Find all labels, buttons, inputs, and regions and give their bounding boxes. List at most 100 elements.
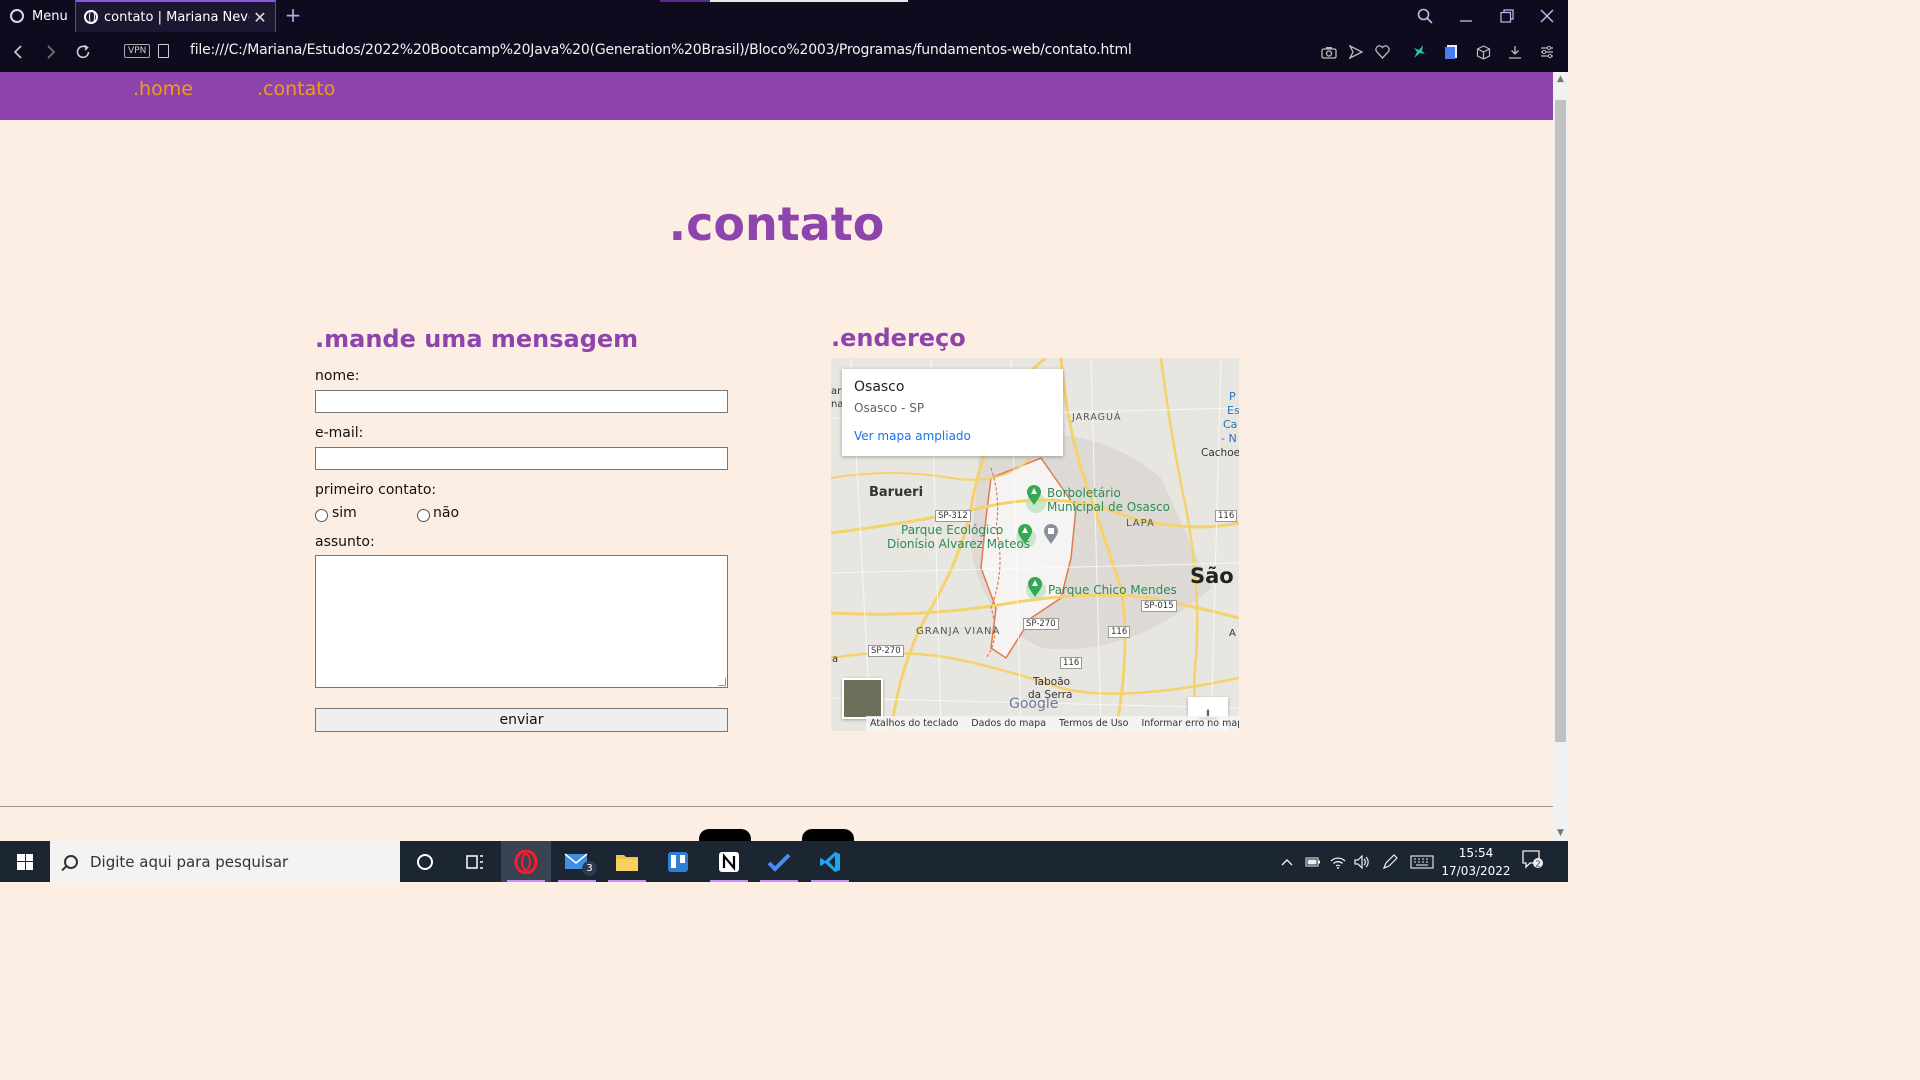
snapshot-camera-icon[interactable] [1319, 42, 1339, 62]
windows-taskbar: Digite aqui para pesquisar 3 15:54 17/03… [0, 841, 1568, 882]
map-label-edge-right-2: Es [1227, 404, 1239, 417]
docs-extension-icon[interactable] [1441, 42, 1461, 62]
map-footer-report[interactable]: Informar erro no mapa [1141, 718, 1239, 729]
search-tabs-icon[interactable] [1405, 0, 1445, 32]
taskbar-search[interactable]: Digite aqui para pesquisar [50, 841, 400, 882]
taskbar-search-placeholder: Digite aqui para pesquisar [90, 852, 289, 871]
browser-tab-bar: Menu contato | Mariana Neves ✕ + [0, 0, 1568, 32]
notification-center-icon[interactable]: 2 [1521, 849, 1547, 873]
nav-link-contato[interactable]: .contato [257, 78, 335, 100]
road-shield: SP-015 [1141, 600, 1177, 612]
radio-nao[interactable] [417, 509, 430, 522]
close-window-button[interactable] [1527, 0, 1567, 32]
taskbar-notion[interactable] [704, 841, 754, 882]
road-shield: SP-312 [935, 510, 971, 522]
battery-icon[interactable] [1302, 841, 1324, 882]
vscode-icon [820, 851, 840, 872]
taskbar-file-explorer[interactable] [602, 841, 652, 882]
bookmark-heart-icon[interactable] [1372, 42, 1392, 62]
map-label-borboletario-1: Borboletário [1047, 486, 1121, 500]
volume-icon[interactable] [1351, 841, 1373, 882]
notion-icon [719, 851, 739, 872]
email-input[interactable] [315, 447, 728, 470]
mail-badge: 3 [582, 861, 597, 876]
taskbar-mail[interactable]: 3 [552, 841, 602, 882]
easy-setup-icon[interactable] [1537, 42, 1557, 62]
social-icon[interactable] [699, 829, 751, 841]
reload-button[interactable] [71, 40, 95, 64]
map-card-link[interactable]: Ver mapa ampliado [854, 429, 1051, 443]
globe-icon [84, 10, 98, 24]
map-label-edge-right-5: A [1229, 628, 1236, 639]
satellite-toggle[interactable] [842, 678, 883, 719]
tab-scroll-indicator [660, 0, 908, 2]
resize-grip-icon[interactable] [718, 678, 726, 686]
park-pin-icon[interactable] [1027, 577, 1043, 597]
subject-textarea[interactable] [315, 555, 728, 688]
opera-menu-button[interactable]: Menu [0, 0, 74, 32]
name-label: nome: [315, 368, 360, 384]
taskbar-todo[interactable] [754, 841, 804, 882]
wifi-icon[interactable] [1327, 841, 1349, 882]
map-footer-shortcuts[interactable]: Atalhos do teclado [870, 718, 958, 729]
page-scrollbar[interactable]: ▲ ▼ [1553, 72, 1568, 841]
web-page: .home .contato .contato .mande uma mensa… [0, 72, 1553, 841]
radio-nao-label: não [433, 505, 460, 521]
map-footer-terms[interactable]: Termos de Uso [1059, 718, 1128, 729]
road-shield: 116 [1108, 626, 1131, 638]
minimize-button[interactable] [1446, 0, 1486, 32]
tray-expand-icon[interactable] [1277, 841, 1297, 882]
windows-logo-icon [17, 853, 33, 870]
checkmark-icon [767, 853, 791, 872]
pen-icon[interactable] [1379, 841, 1401, 882]
new-tab-button[interactable]: + [282, 4, 304, 26]
start-button[interactable] [0, 841, 50, 882]
radio-sim[interactable] [315, 509, 328, 522]
extensions-cube-icon[interactable] [1473, 42, 1493, 62]
road-shield: 116 [1060, 657, 1083, 669]
map-label-lapa: LAPA [1126, 518, 1155, 529]
scroll-thumb[interactable] [1555, 100, 1566, 742]
url-field[interactable]: file:///C:/Mariana/Estudos/2022%20Bootca… [190, 42, 1132, 58]
subject-label: assunto: [315, 534, 375, 550]
tab-close-icon[interactable]: ✕ [249, 6, 271, 28]
download-icon[interactable] [1505, 42, 1525, 62]
map-label-sao-paulo: São [1190, 564, 1234, 588]
cortana-button[interactable] [400, 841, 450, 882]
browser-tab-active[interactable]: contato | Mariana Neves ✕ [75, 0, 276, 32]
restore-button[interactable] [1487, 0, 1527, 32]
taskbar-opera[interactable] [501, 841, 551, 882]
map-footer-data[interactable]: Dados do mapa [971, 718, 1046, 729]
scroll-up-icon[interactable]: ▲ [1556, 75, 1565, 84]
trello-icon [668, 851, 688, 872]
park-pin-icon[interactable] [1017, 524, 1033, 544]
road-shield: 116 [1215, 510, 1238, 522]
map-label-parque-chico: Parque Chico Mendes [1048, 583, 1177, 597]
extension-icon[interactable] [1409, 42, 1429, 62]
first-contact-label: primeiro contato: [315, 482, 437, 498]
scroll-down-icon[interactable]: ▼ [1556, 829, 1565, 838]
flow-send-icon[interactable] [1346, 42, 1366, 62]
name-input[interactable] [315, 390, 728, 413]
embedded-map[interactable]: Barueri JARAGUÁ Cachoeirin Borboletário … [831, 358, 1239, 731]
taskbar-trello[interactable] [653, 841, 703, 882]
park-pin-icon[interactable] [1026, 485, 1042, 505]
task-view-button[interactable] [450, 841, 500, 882]
site-nav: .home .contato [0, 72, 1553, 120]
submit-button[interactable]: enviar [315, 708, 728, 732]
address-heading: .endereço [831, 324, 966, 352]
nav-link-home[interactable]: .home [133, 78, 193, 100]
page-title: .contato [668, 197, 885, 251]
map-label-taboao-1: Taboão [1033, 676, 1071, 688]
back-button[interactable] [7, 40, 31, 64]
page-icon[interactable] [158, 44, 169, 58]
email-label: e-mail: [315, 425, 364, 441]
transit-pin-icon[interactable] [1043, 524, 1059, 544]
social-icon[interactable] [802, 829, 854, 841]
forward-button[interactable] [38, 40, 62, 64]
taskbar-vscode[interactable] [805, 841, 855, 882]
opera-logo-icon [10, 9, 24, 23]
vpn-badge[interactable]: VPN [124, 44, 151, 58]
map-label-edge-right-4: - N [1221, 432, 1237, 445]
taskbar-clock[interactable]: 15:54 17/03/2022 [1432, 844, 1520, 880]
